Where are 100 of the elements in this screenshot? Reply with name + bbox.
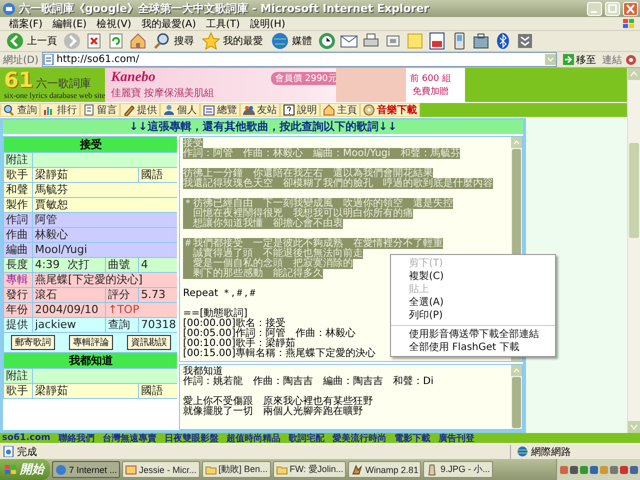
field-value: 評分 — [106, 288, 138, 302]
field-value: 馬毓芬 — [33, 183, 177, 197]
footer-link[interactable]: 廣告刊登 — [438, 433, 474, 443]
back-button[interactable]: 上一頁 — [4, 31, 59, 51]
footer-link[interactable]: 台灣無遠專賣 — [102, 433, 156, 443]
refresh-icon[interactable] — [107, 32, 125, 50]
context-menu-item[interactable]: 使用影音傳送帶下載全部連結 — [391, 325, 555, 341]
field-value: 4 — [139, 258, 177, 272]
chevron-box-icon[interactable] — [516, 32, 534, 50]
footer-link[interactable]: 超值時尚精品 — [226, 433, 280, 443]
taskbar-button[interactable]: Winamp 2.81 — [348, 461, 422, 478]
field-value: 2004/09/10 — [33, 303, 105, 317]
search-button[interactable]: 搜尋 — [151, 31, 196, 51]
field-label[interactable]: 專輯 — [4, 273, 32, 287]
links-label[interactable]: 連結 — [602, 52, 622, 66]
home-icon[interactable] — [129, 32, 147, 50]
field-value: 林毅心 — [33, 228, 177, 242]
browser-icon — [55, 464, 67, 476]
document-icon — [203, 104, 215, 116]
scroll-up-icon — [511, 365, 522, 376]
action-button[interactable]: 郵寄歌詞 — [11, 335, 55, 350]
album-banner-link[interactable]: ↓↓這張專輯，還有其他歌曲，按此查詢以下的歌詞↓↓ — [3, 120, 523, 134]
nav-button[interactable]: 友站 — [240, 103, 280, 117]
taskbar-button[interactable]: 9.JPG - 小... — [423, 461, 493, 478]
browser-icon — [2, 2, 16, 16]
menu-item[interactable]: 說明(H) — [244, 16, 290, 30]
lyrics-scrollbar[interactable] — [511, 365, 522, 429]
note-icon — [83, 104, 95, 116]
footer-link[interactable]: 日夜雙眼影盤 — [164, 433, 218, 443]
field-value: 燕尾蝶[下定愛的決心] — [33, 273, 177, 287]
nav-button[interactable]: 個人 — [160, 103, 200, 117]
context-menu-item[interactable]: 複製(C) — [391, 270, 555, 283]
lyric-line: [00:10.00]歌手：梁靜茹 — [183, 338, 296, 349]
taskbar-button[interactable]: FW: 愛Jolin... — [272, 461, 346, 478]
field-label: 長度 — [4, 258, 32, 272]
context-menu-item[interactable]: 全部使用 FlashGet 下載 — [391, 341, 555, 354]
field-label: 編曲 — [4, 243, 32, 257]
nav-button[interactable]: 排行 — [40, 103, 80, 117]
song-title[interactable]: 接受 — [4, 137, 177, 152]
scroll-thumb[interactable] — [629, 143, 639, 238]
field-label: 歌手 — [4, 384, 32, 398]
favorites-button[interactable]: 我的最愛 — [200, 31, 265, 51]
go-button[interactable]: 移至 — [560, 52, 599, 66]
scroll-up-icon — [628, 68, 640, 80]
footer-link[interactable]: so61.com — [2, 433, 50, 443]
field-label: 歌手 — [4, 168, 32, 182]
disc-icon — [363, 104, 375, 116]
nav-button[interactable]: 主頁 — [320, 103, 360, 117]
help-icon — [283, 104, 295, 116]
clock-icon[interactable] — [318, 32, 336, 50]
status-text: 完成 — [17, 446, 37, 458]
taskbar-button[interactable]: [動敗] Ben... — [202, 461, 271, 478]
context-menu-item[interactable]: 列印(P) — [391, 309, 555, 322]
nav-button[interactable]: 音樂下載 — [360, 103, 420, 117]
menu-item[interactable]: 我的最愛(A) — [136, 16, 201, 30]
toolbox-icon[interactable] — [472, 32, 490, 50]
home-icon — [323, 104, 335, 116]
context-menu-item[interactable]: 全選(A) — [391, 296, 555, 309]
lyric-line: [00:00.00]歌名：接受 — [183, 318, 286, 329]
close-icon[interactable] — [623, 2, 638, 16]
field-value: jackiew — [33, 318, 105, 332]
field-value: 國語 — [139, 168, 177, 182]
stop-icon[interactable] — [85, 32, 103, 50]
lyric-line: [00:05.00]作詞：阿管 作曲：林毅心 — [183, 328, 356, 339]
pen-icon — [123, 104, 135, 116]
action-button[interactable]: 資訊勘誤 — [127, 335, 171, 350]
media-button[interactable]: 媒體 — [269, 31, 314, 51]
nav-button[interactable]: 留言 — [80, 103, 120, 117]
field-value: 70318 — [139, 318, 177, 332]
context-menu-item: 貼上 — [408, 283, 430, 296]
taskbar-button[interactable]: 7 Internet ... — [52, 461, 120, 478]
lyric-line: 作詞：姚若龍 作曲：陶吉吉 編曲：陶吉吉 和聲：Di — [183, 376, 434, 387]
field-label: 發行 — [4, 288, 32, 302]
footer-link[interactable]: 歌詞宅配 — [288, 433, 324, 443]
nav-button[interactable]: 提供 — [120, 103, 160, 117]
lyric-line: [00:15.00]專輯名稱：燕尾蝶下定愛的決心 — [183, 348, 376, 359]
action-button[interactable]: 專輯評論 — [69, 335, 113, 350]
field-label: 附註 — [4, 369, 32, 383]
globe-icon — [517, 446, 528, 457]
menu-item[interactable]: 編輯(E) — [48, 16, 92, 30]
page-scrollbar[interactable] — [627, 68, 640, 433]
menu-item[interactable]: 檔案(F) — [4, 16, 48, 30]
windows-logo-icon — [622, 18, 636, 30]
nav-button[interactable]: 說明 — [280, 103, 320, 117]
menu-item[interactable]: 檢視(V) — [92, 16, 136, 30]
menu-item[interactable]: 工具(T) — [201, 16, 245, 30]
nav-button[interactable]: 總覽 — [200, 103, 240, 117]
site-name: 六一歌詞庫 — [35, 76, 92, 91]
field-value: 4:39 次打 — [33, 258, 105, 272]
nav-button[interactable]: 查詢 — [0, 103, 40, 117]
bluetooth-icon[interactable] — [494, 32, 512, 50]
taskbar-button[interactable]: Jessie - Micr... — [122, 461, 200, 478]
address-field[interactable]: http://so61.com/ — [42, 52, 557, 67]
field-value: 阿管 — [33, 213, 177, 227]
song-title[interactable]: 我都知道 — [4, 353, 177, 368]
lyric-line: ==[動態歌詞] — [183, 308, 248, 319]
photo-placeholder — [336, 68, 406, 102]
footer-link[interactable]: 電影下載 — [394, 433, 430, 443]
footer-link[interactable]: 聯絡我們 — [58, 433, 94, 443]
person-icon — [163, 104, 175, 116]
